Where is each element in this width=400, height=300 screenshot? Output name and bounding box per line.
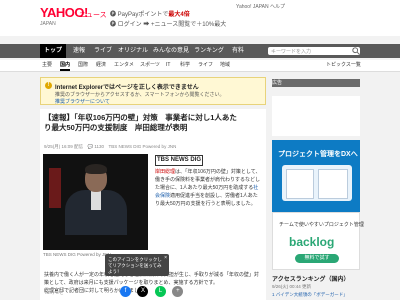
logo-sub: JAPAN xyxy=(40,21,56,27)
search-placeholder: キーワードを入力 xyxy=(271,49,312,55)
warning-title: Internet Explorerではページを正しく表示できません xyxy=(55,85,199,91)
header-links[interactable]: Yahoo! JAPAN ヘルプ xyxy=(236,3,285,10)
recommended-browser-link[interactable]: 推奨ブラウザーについて xyxy=(55,98,110,105)
cat-region[interactable]: 地域 xyxy=(220,60,230,71)
search-icon[interactable] xyxy=(352,47,360,55)
article-footnote: TBSテレビ xyxy=(44,290,64,295)
facebook-icon[interactable]: f xyxy=(120,286,131,297)
nav-opinion[interactable]: みんなの意見 xyxy=(152,44,190,58)
nav-paid[interactable]: 有料 xyxy=(228,44,248,58)
flag-backdrop xyxy=(49,168,61,208)
cat-main[interactable]: 主要 xyxy=(42,60,52,71)
search-input[interactable]: キーワードを入力 xyxy=(268,47,360,55)
person-shirt xyxy=(91,190,101,210)
cat-economy[interactable]: 経済 xyxy=(96,60,106,71)
nav-original[interactable]: オリジナル xyxy=(116,44,150,58)
nav-live[interactable]: ライブ xyxy=(92,44,114,58)
dx-ad-banner[interactable]: プロジェクト管理をDXへ xyxy=(272,140,360,212)
dx-ad-title: プロジェクト管理をDXへ xyxy=(278,151,358,158)
nav-top[interactable]: トップ xyxy=(40,44,66,58)
backlog-cta-button[interactable]: 無料で試す xyxy=(295,254,339,263)
nav-ranking[interactable]: ランキング xyxy=(192,44,226,58)
warning-body: 推奨のブラウザーからアクセスするか、スマートフォンから閲覧ください。 xyxy=(55,92,225,98)
sidebar-ad-slot[interactable] xyxy=(272,96,360,136)
backlog-ad[interactable]: チームで使いやすいプロジェクト管理 backlog 無料で試す xyxy=(272,212,364,270)
cat-domestic[interactable]: 国内 xyxy=(60,60,71,71)
ranking-item[interactable]: 1 バイデン大統領の「ボデーガード」 xyxy=(272,292,348,298)
dx-card-left xyxy=(286,169,314,199)
cat-life[interactable]: ライフ xyxy=(198,60,213,71)
cat-science[interactable]: 科学 xyxy=(180,60,190,71)
ranking-updated: 9/26(火) 00:44 更新 xyxy=(272,284,312,289)
category-nav: 主要 国内 国際 経済 エンタメ スポーツ IT 科学 ライフ 地域 トピックス… xyxy=(0,60,400,72)
person-link[interactable]: 岸田総理 xyxy=(155,169,175,175)
article-meta: 9/25(月) 16:09 配信 💬 1130 TBS NEWS DIG Pow… xyxy=(44,144,177,149)
warning-icon: ! xyxy=(45,82,52,89)
promo-line-1[interactable]: 🅟 PayPayポイントで最大4倍 xyxy=(110,9,190,18)
cat-it[interactable]: IT xyxy=(166,60,170,71)
promo-line-2[interactable]: 🅟 ログイン ➡ +ニュース閲覧で＋10%最大 xyxy=(110,19,226,28)
article-video[interactable] xyxy=(43,154,148,250)
site-header: YAHOO! ニュース JAPAN 🅟 PayPayポイントで最大4倍 🅟 ログ… xyxy=(0,0,400,36)
news-logo[interactable]: ニュース xyxy=(79,10,107,20)
browser-warning: ! Internet Explorerではページを正しく表示できません 推奨のブ… xyxy=(40,77,266,105)
article-headline: 【速報】「年収106万円の壁」対策 事業者に対し1人あたり最大50万円の支援制度… xyxy=(44,113,237,132)
source-logo[interactable]: TBS NEWS DIG xyxy=(155,155,203,166)
ranking-title: アクセスランキング（国内） xyxy=(272,277,350,283)
backlog-tagline: チームで使いやすいプロジェクト管理 xyxy=(279,222,364,228)
video-caption: TBS NEWS DIG Powered by JNN xyxy=(43,252,111,257)
article-paragraph-1: 岸田総理は、「年収106万円の壁」対策として、働き手の保険料を事業者が肩代わりす… xyxy=(155,169,261,207)
share-buttons: f X L + xyxy=(120,279,185,297)
close-icon[interactable]: × xyxy=(164,255,167,261)
dx-ad-illustration xyxy=(282,165,352,201)
promo-highlight: 最大4倍 xyxy=(168,12,190,18)
backlog-logo: backlog xyxy=(289,235,335,249)
nav-breaking[interactable]: 速報 xyxy=(68,44,90,58)
dx-card-right xyxy=(318,169,348,199)
cat-sports[interactable]: スポーツ xyxy=(140,60,160,71)
cat-international[interactable]: 国際 xyxy=(78,60,88,71)
reaction-tooltip: このアイコンをクリックしてリアクションを送ってみよう！ × xyxy=(105,254,169,276)
topics-list-link[interactable]: トピックス一覧 xyxy=(326,60,361,71)
sidebar-ad-header: 広告 xyxy=(272,79,360,87)
cat-entertainment[interactable]: エンタメ xyxy=(114,60,134,71)
person-hair xyxy=(85,164,107,174)
line-icon[interactable]: L xyxy=(154,286,166,297)
